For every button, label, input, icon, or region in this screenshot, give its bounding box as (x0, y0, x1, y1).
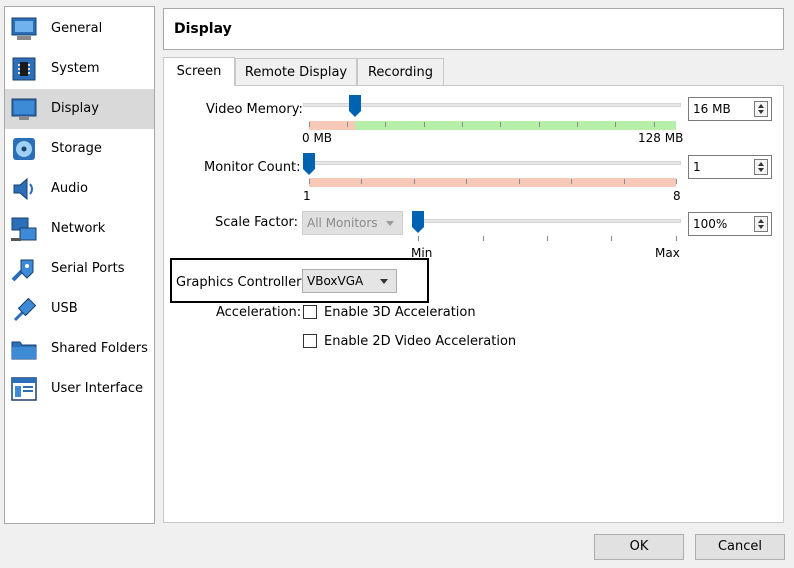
speaker-icon (13, 177, 33, 201)
screen-tab-panel (163, 85, 784, 523)
video-memory-max-label: 128 MB (638, 131, 684, 145)
sidebar-item-label: User Interface (51, 381, 143, 396)
general-monitor-icon (11, 17, 37, 40)
enable-3d-label[interactable]: Enable 3D Acceleration (324, 305, 476, 320)
tab-screen[interactable]: Screen (163, 57, 235, 86)
serial-port-icon (11, 259, 34, 282)
network-icon (11, 217, 37, 241)
enable-2d-label[interactable]: Enable 2D Video Acceleration (324, 334, 516, 349)
monitor-count-value: 1 (693, 160, 701, 174)
chevron-down-icon (380, 279, 388, 284)
cancel-button[interactable]: Cancel (695, 534, 785, 560)
display-monitor-icon (11, 98, 37, 120)
settings-sidebar: General System Display Storage Audio Net… (4, 6, 155, 524)
sidebar-item-label: Serial Ports (51, 261, 125, 276)
scale-monitor-select-value: All Monitors (307, 216, 378, 230)
enable-3d-checkbox[interactable] (303, 305, 317, 319)
monitor-count-spinbox[interactable]: 1 (688, 155, 772, 179)
sidebar-item-label: USB (51, 301, 78, 316)
scale-factor-min-label: Min (411, 246, 433, 260)
monitor-count-max-label: 8 (673, 189, 681, 203)
monitor-count-warn-band (309, 178, 676, 187)
system-chip-icon (12, 57, 36, 81)
page-header: Display (163, 8, 784, 50)
storage-disk-icon (13, 138, 35, 160)
scale-factor-label: Scale Factor: (215, 215, 299, 230)
video-memory-slider-thumb[interactable] (349, 95, 361, 117)
scale-factor-max-label: Max (655, 246, 680, 260)
scale-factor-stepper[interactable] (754, 216, 768, 232)
folder-icon (11, 341, 37, 360)
window-icon (11, 377, 37, 401)
video-memory-good-band (355, 121, 676, 130)
video-memory-stepper[interactable] (754, 101, 768, 117)
video-memory-warn-band (309, 121, 355, 130)
video-memory-spinbox[interactable]: 16 MB (688, 97, 772, 121)
sidebar-item-general[interactable]: General (5, 9, 154, 49)
tab-recording[interactable]: Recording (357, 58, 444, 85)
scale-factor-slider-track[interactable] (412, 219, 681, 223)
page-title: Display (174, 21, 232, 37)
graphics-controller-label: Graphics Controller: (176, 275, 306, 290)
monitor-count-label: Monitor Count: (204, 160, 301, 175)
enable-2d-checkbox[interactable] (303, 334, 317, 348)
acceleration-label: Acceleration: (216, 305, 302, 320)
sidebar-item-user-interface[interactable]: User Interface (5, 369, 154, 409)
sidebar-item-storage[interactable]: Storage (5, 129, 154, 169)
video-memory-min-label: 0 MB (302, 131, 333, 145)
sidebar-item-label: Audio (51, 181, 88, 196)
scale-factor-slider-thumb[interactable] (412, 211, 424, 233)
sidebar-item-label: Display (51, 101, 99, 116)
monitor-count-min-label: 1 (303, 189, 311, 203)
video-memory-label: Video Memory: (206, 102, 303, 117)
scale-factor-spinbox[interactable]: 100% (688, 212, 772, 236)
monitor-count-slider-track[interactable] (303, 161, 681, 165)
sidebar-item-label: System (51, 61, 100, 76)
graphics-controller-value: VBoxVGA (307, 274, 364, 288)
sidebar-item-label: Storage (51, 141, 102, 156)
sidebar-item-usb[interactable]: USB (5, 289, 154, 329)
sidebar-item-display[interactable]: Display (5, 89, 154, 129)
scale-factor-value: 100% (693, 217, 728, 231)
sidebar-item-serial-ports[interactable]: Serial Ports (5, 249, 154, 289)
ok-button[interactable]: OK (594, 534, 684, 560)
video-memory-value: 16 MB (693, 102, 731, 116)
graphics-controller-select[interactable]: VBoxVGA (302, 269, 397, 293)
sidebar-item-network[interactable]: Network (5, 209, 154, 249)
sidebar-item-label: General (51, 21, 103, 36)
scale-monitor-select[interactable]: All Monitors (302, 211, 403, 235)
sidebar-item-audio[interactable]: Audio (5, 169, 154, 209)
sidebar-item-label: Network (51, 221, 106, 236)
sidebar-item-shared-folders[interactable]: Shared Folders (5, 329, 154, 369)
monitor-count-stepper[interactable] (754, 159, 768, 175)
usb-icon (13, 297, 37, 322)
chevron-down-icon (386, 221, 394, 226)
monitor-count-slider-thumb[interactable] (303, 153, 315, 175)
sidebar-item-label: Shared Folders (51, 341, 148, 356)
tab-remote-display[interactable]: Remote Display (235, 58, 357, 85)
sidebar-item-system[interactable]: System (5, 49, 154, 89)
